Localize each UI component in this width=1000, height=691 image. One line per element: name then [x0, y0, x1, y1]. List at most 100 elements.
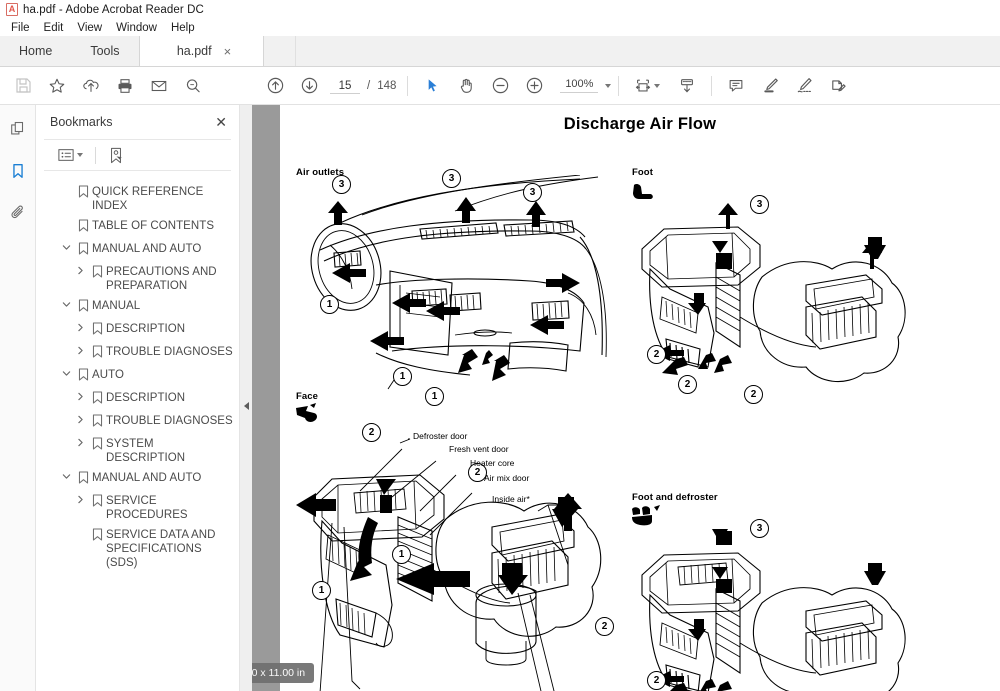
bookmarks-panel: Bookmarks ✕ QUICK REFERENCE INDEX TABLE …	[36, 105, 240, 691]
chevron-down-icon[interactable]	[58, 297, 74, 309]
star-icon[interactable]	[40, 69, 74, 103]
menu-item-edit[interactable]: Edit	[37, 21, 71, 35]
bookmark-label: MANUAL AND AUTO	[92, 243, 202, 255]
bookmark-item[interactable]: QUICK REFERENCE INDEX	[42, 181, 235, 215]
bookmark-ribbon-icon[interactable]	[4, 157, 32, 185]
bookmark-ribbon-icon	[74, 240, 92, 255]
bookmark-item[interactable]: AUTO	[42, 364, 235, 387]
bookmarks-tree: QUICK REFERENCE INDEX TABLE OF CONTENTS MA…	[36, 171, 239, 691]
close-icon[interactable]: ×	[222, 43, 234, 60]
chevron-right-icon[interactable]	[72, 492, 88, 504]
bookmark-label: TROUBLE DIAGNOSES	[106, 346, 233, 358]
menu-item-help[interactable]: Help	[164, 21, 202, 35]
tab-bar: Home Tools ha.pdf ×	[0, 36, 1000, 67]
chevron-down-icon[interactable]	[58, 366, 74, 378]
arrow-up-circle-icon[interactable]	[258, 69, 292, 103]
zoom-in-circle-icon[interactable]	[517, 69, 551, 103]
collapse-panel-triangle-icon[interactable]	[242, 399, 250, 413]
bookmark-item[interactable]: SYSTEM DESCRIPTION	[42, 433, 235, 467]
tab-bar-edge	[263, 36, 296, 66]
page-total-count: 148	[377, 79, 397, 92]
chevron-right-icon[interactable]	[72, 320, 88, 332]
page-scroll-icon[interactable]	[670, 69, 704, 103]
new-bookmark-icon[interactable]	[106, 145, 126, 166]
bookmark-label: TROUBLE DIAGNOSES	[106, 415, 233, 427]
tab-tools[interactable]: Tools	[71, 36, 139, 66]
menu-item-file[interactable]: File	[4, 21, 37, 35]
zoom-level-value: 100%	[560, 78, 599, 93]
callout-3: 3	[442, 169, 461, 188]
bookmark-item[interactable]: MANUAL AND AUTO	[42, 467, 235, 490]
bookmark-ribbon-icon	[74, 183, 92, 198]
paperclip-attachment-icon[interactable]	[4, 199, 32, 227]
zoom-level-control[interactable]: 100%	[560, 78, 612, 93]
arrow-down-circle-icon[interactable]	[292, 69, 326, 103]
bookmark-item[interactable]: PRECAUTIONS AND PREPARATION	[42, 261, 235, 295]
chevron-right-icon[interactable]	[72, 263, 88, 275]
bookmark-item[interactable]: TROUBLE DIAGNOSES	[42, 410, 235, 433]
bookmark-item[interactable]: DESCRIPTION	[42, 318, 235, 341]
bookmark-item[interactable]: SERVICE DATA AND SPECIFICATIONS (SDS)	[42, 524, 235, 572]
chevron-right-icon[interactable]	[72, 389, 88, 401]
callout-1: 1	[392, 545, 411, 564]
zoom-out-circle-icon[interactable]	[483, 69, 517, 103]
callout-3: 3	[750, 519, 769, 538]
cursor-arrow-icon[interactable]	[415, 69, 449, 103]
pdf-page: Discharge Air Flow Air outlets 1 1 1 3 3…	[280, 105, 1000, 691]
chevron-down-icon	[77, 153, 83, 157]
bookmark-label: SYSTEM DESCRIPTION	[106, 438, 186, 464]
chevron-down-icon[interactable]	[605, 83, 612, 88]
bookmark-item[interactable]: TROUBLE DIAGNOSES	[42, 341, 235, 364]
page-size-tooltip: 8.50 x 11.00 in	[252, 663, 315, 683]
chevron-down-icon[interactable]	[58, 469, 74, 481]
callout-1: 1	[320, 295, 339, 314]
highlighter-pen-icon[interactable]	[753, 69, 787, 103]
bookmark-label: TABLE OF CONTENTS	[92, 220, 215, 232]
hand-pan-icon[interactable]	[449, 69, 483, 103]
bookmark-item[interactable]: DESCRIPTION	[42, 387, 235, 410]
print-icon[interactable]	[108, 69, 142, 103]
comment-bubble-icon[interactable]	[719, 69, 753, 103]
callout-1: 1	[425, 387, 444, 406]
save-disk-icon[interactable]	[6, 69, 40, 103]
chevron-right-icon[interactable]	[72, 343, 88, 355]
toolbar-divider-1	[407, 75, 409, 96]
panel-gutter	[240, 105, 252, 691]
bookmark-item[interactable]: MANUAL	[42, 295, 235, 318]
document-viewer[interactable]: 8.50 x 11.00 in Discharge Air Flow Air o…	[252, 105, 1000, 691]
tab-document-hapdf[interactable]: ha.pdf ×	[138, 36, 264, 66]
acrobat-reader-window: ha.pdf - Adobe Acrobat Reader DC File Ed…	[0, 0, 1000, 691]
fill-and-sign-icon[interactable]	[821, 69, 855, 103]
menu-item-window[interactable]: Window	[109, 21, 164, 35]
page-thumbnails-icon[interactable]	[4, 115, 32, 143]
sign-pen-icon[interactable]	[787, 69, 821, 103]
search-magnifier-icon[interactable]	[176, 69, 210, 103]
chevron-down-icon[interactable]	[58, 240, 74, 252]
fit-page-chevron-down-icon[interactable]	[654, 83, 661, 88]
bookmark-item[interactable]: TABLE OF CONTENTS	[42, 215, 235, 238]
bookmark-label: AUTO	[92, 369, 124, 381]
email-icon[interactable]	[142, 69, 176, 103]
face-pictogram-icon	[296, 403, 317, 422]
bookmark-label: DESCRIPTION	[106, 323, 186, 335]
bookmark-label: QUICK REFERENCE INDEX	[92, 186, 204, 212]
bookmark-no-chevron	[58, 183, 74, 186]
chevron-right-icon[interactable]	[72, 412, 88, 424]
tab-home[interactable]: Home	[0, 36, 72, 66]
bookmark-ribbon-icon	[74, 366, 92, 381]
callout-2: 2	[647, 671, 666, 690]
cloud-upload-icon[interactable]	[74, 69, 108, 103]
bookmarks-toolbar	[44, 139, 231, 171]
callout-1: 1	[312, 581, 331, 600]
close-icon[interactable]: ✕	[215, 115, 227, 129]
menu-item-view[interactable]: View	[70, 21, 109, 35]
chevron-right-icon[interactable]	[72, 435, 88, 447]
page-number-input[interactable]	[330, 77, 360, 94]
bookmark-no-chevron	[58, 217, 74, 220]
list-options-icon[interactable]	[56, 146, 85, 164]
bookmark-ribbon-icon	[88, 263, 106, 278]
bookmark-item[interactable]: MANUAL AND AUTO	[42, 238, 235, 261]
bookmark-ribbon-icon	[88, 435, 106, 450]
page-separator: /	[367, 79, 371, 92]
bookmark-item[interactable]: SERVICE PROCEDURES	[42, 490, 235, 524]
